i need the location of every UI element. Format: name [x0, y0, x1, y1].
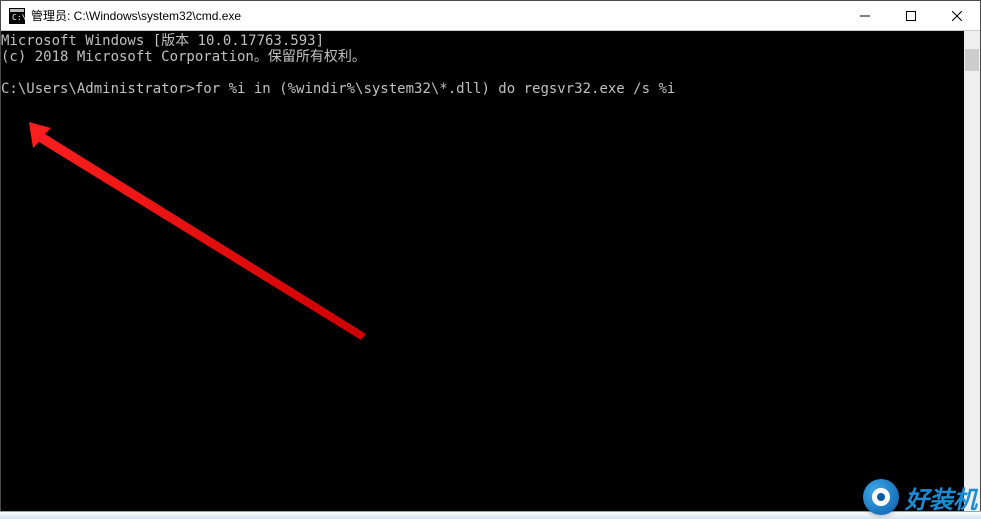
- annotation-arrow-icon: [1, 110, 401, 350]
- vertical-scrollbar[interactable]: [964, 31, 980, 518]
- titlebar[interactable]: C:\ 管理员: C:\Windows\system32\cmd.exe: [1, 1, 980, 31]
- maximize-button[interactable]: [888, 1, 934, 30]
- console-line: (c) 2018 Microsoft Corporation。保留所有权利。: [1, 49, 366, 65]
- console-line: Microsoft Windows [版本 10.0.17763.593]: [1, 33, 324, 49]
- window-controls: [842, 1, 980, 30]
- cmd-window: C:\ 管理员: C:\Windows\system32\cmd.exe Mic…: [0, 0, 981, 519]
- cmd-icon: C:\: [9, 8, 25, 24]
- svg-text:C:\: C:\: [12, 13, 25, 22]
- command-text: for %i in (%windir%\system32\*.dll) do r…: [195, 81, 675, 97]
- console-output[interactable]: Microsoft Windows [版本 10.0.17763.593] (c…: [1, 31, 964, 518]
- window-title: 管理员: C:\Windows\system32\cmd.exe: [31, 7, 842, 24]
- console-area: Microsoft Windows [版本 10.0.17763.593] (c…: [1, 31, 980, 518]
- minimize-button[interactable]: [842, 1, 888, 30]
- taskbar-edge: [0, 511, 981, 519]
- prompt-text: C:\Users\Administrator>: [1, 81, 195, 97]
- scrollbar-thumb[interactable]: [965, 49, 979, 71]
- close-button[interactable]: [934, 1, 980, 30]
